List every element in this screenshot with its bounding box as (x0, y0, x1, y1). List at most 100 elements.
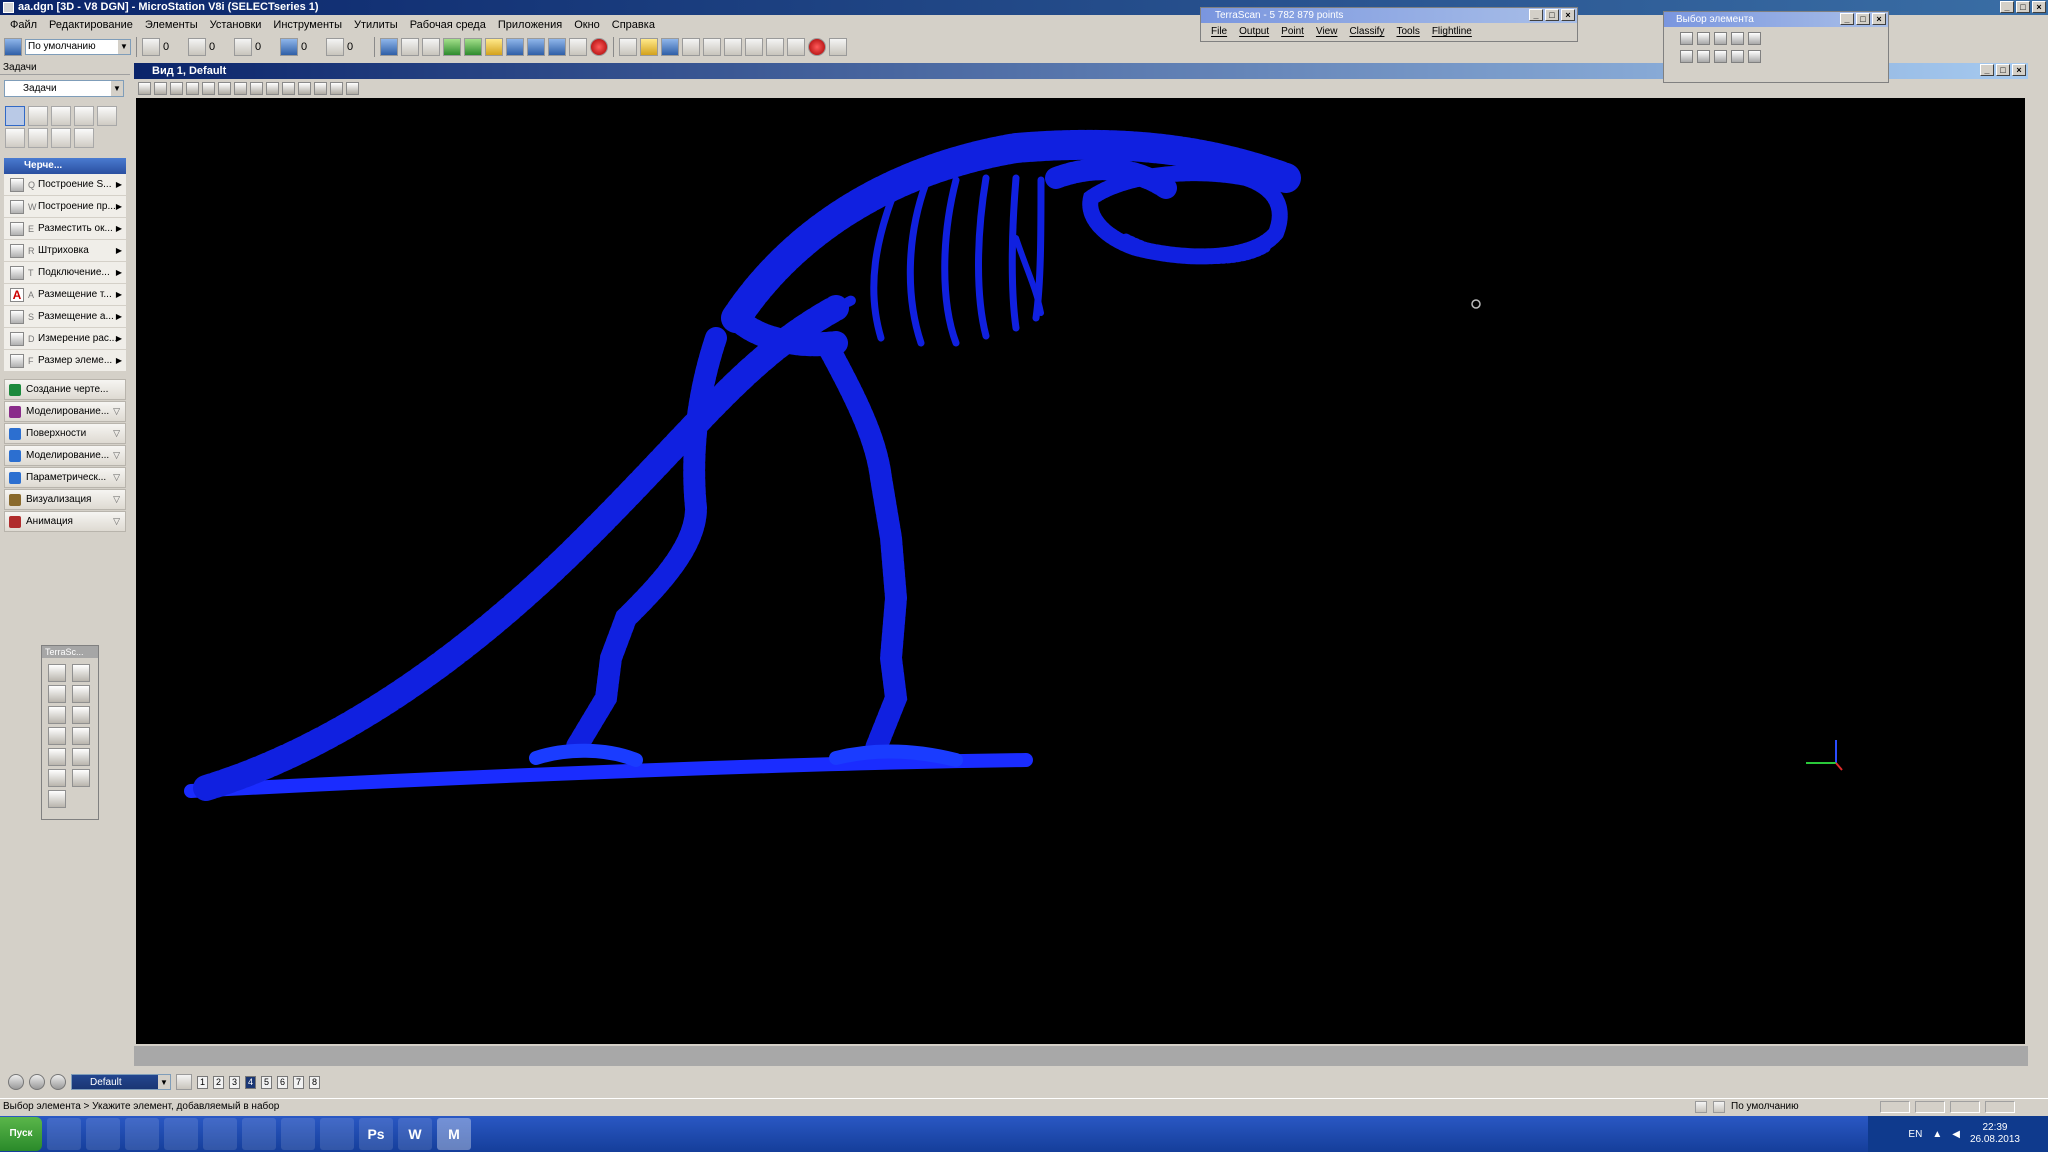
add-selection-icon[interactable] (1697, 50, 1710, 63)
accudraw-icon[interactable] (506, 38, 524, 56)
modify-tool-icon[interactable] (74, 106, 94, 126)
view-horizontal-scrollbar[interactable] (134, 1046, 2028, 1066)
task-item[interactable]: D Измерение рас... ▶ (4, 328, 126, 350)
thunderbird-icon[interactable] (242, 1118, 276, 1150)
task-section[interactable]: Поверхности ▽ (4, 423, 126, 444)
menu-file[interactable]: Файл (4, 19, 43, 31)
measure-tool-icon[interactable] (28, 128, 48, 148)
terrascan-window-title[interactable]: TerraScan - 5 782 879 points _ □ × (1201, 8, 1577, 23)
classify-icon[interactable] (72, 664, 90, 682)
globe-icon[interactable] (808, 38, 826, 56)
window-area-icon[interactable] (218, 81, 231, 95)
task-item[interactable]: S Размещение а... ▶ (4, 306, 126, 328)
lock-icon[interactable] (1695, 1101, 1707, 1113)
view-close-button[interactable]: × (2012, 64, 2026, 76)
view-maximize-button[interactable]: □ (1996, 64, 2010, 76)
view-groups-icon[interactable] (176, 1074, 192, 1090)
view-button-2[interactable]: 2 (213, 1075, 224, 1089)
task-item[interactable]: W Построение пр... ▶ (4, 196, 126, 218)
terrascan-menu-point[interactable]: Point (1281, 23, 1304, 41)
pan-view-icon[interactable] (266, 81, 279, 95)
view-minimize-button[interactable]: _ (1980, 64, 1994, 76)
references-icon[interactable] (401, 38, 419, 56)
task-item[interactable]: Q Построение S... ▶ (4, 174, 126, 196)
transparency-value[interactable]: 0 (301, 41, 323, 53)
level-icon[interactable] (1713, 1101, 1725, 1113)
task-section[interactable]: Параметрическ... ▽ (4, 467, 126, 488)
menu-element[interactable]: Элементы (139, 19, 204, 31)
terrascan-maximize-button[interactable]: □ (1545, 9, 1559, 21)
back-icon[interactable] (8, 1074, 24, 1090)
terrascan-toolbox-title[interactable]: TerraSc... (42, 646, 98, 658)
view-button-6[interactable]: 6 (277, 1075, 288, 1089)
weight-value[interactable]: 0 (255, 41, 277, 53)
element-selection-title[interactable]: Выбор элемента _ □ × (1664, 12, 1888, 27)
fence-tool-icon[interactable] (28, 106, 48, 126)
model-select[interactable]: Default ▼ (71, 1074, 171, 1090)
table-icon[interactable] (48, 790, 66, 808)
display-icon[interactable] (72, 727, 90, 745)
selection-maximize-button[interactable]: □ (1856, 13, 1870, 25)
task-section[interactable]: Визуализация ▽ (4, 489, 126, 510)
close-button[interactable]: × (2032, 1, 2046, 13)
cut-icon[interactable] (703, 38, 721, 56)
attributes-icon[interactable] (4, 38, 22, 56)
excel-icon[interactable] (281, 1118, 315, 1150)
dimension-tool-icon[interactable] (74, 128, 94, 148)
tasks-dropdown[interactable]: Задачи ▼ (4, 80, 124, 97)
save-app-icon[interactable] (203, 1118, 237, 1150)
selection-minimize-button[interactable]: _ (1840, 13, 1854, 25)
models-icon[interactable] (443, 38, 461, 56)
terrascan-menu-output[interactable]: Output (1239, 23, 1269, 41)
explorer-icon[interactable] (47, 1118, 81, 1150)
priority-icon[interactable] (326, 38, 344, 56)
task-item[interactable]: F Размер элеме... ▶ (4, 350, 126, 372)
raster-manager-icon[interactable] (422, 38, 440, 56)
view-viewport[interactable] (136, 98, 2025, 1044)
terrascan-close-button[interactable]: × (1561, 9, 1575, 21)
maximize-button[interactable]: □ (2016, 1, 2030, 13)
view-button-1[interactable]: 1 (197, 1075, 208, 1089)
undo-icon[interactable] (766, 38, 784, 56)
line-select-icon[interactable] (1748, 32, 1761, 45)
color-value[interactable]: 0 (163, 41, 185, 53)
walk-icon[interactable] (346, 81, 359, 95)
network-icon[interactable]: ▲ (1932, 1129, 1942, 1140)
view-button-8[interactable]: 8 (309, 1075, 320, 1089)
menu-workspace[interactable]: Рабочая среда (404, 19, 492, 31)
task-section[interactable]: Моделирование... ▽ (4, 401, 126, 422)
start-button[interactable]: Пуск (0, 1117, 42, 1151)
vectorize-icon[interactable] (72, 706, 90, 724)
minimize-button[interactable]: _ (2000, 1, 2014, 13)
menu-help[interactable]: Справка (606, 19, 661, 31)
view-attributes-icon[interactable] (138, 81, 151, 95)
style-value[interactable]: 0 (209, 41, 231, 53)
menu-tools[interactable]: Инструменты (267, 19, 348, 31)
view-next-icon[interactable] (298, 81, 311, 95)
camera-icon[interactable] (330, 81, 343, 95)
word-icon[interactable]: W (398, 1118, 432, 1150)
levels-icon[interactable] (485, 38, 503, 56)
task-section[interactable]: Создание черте... (4, 379, 126, 400)
menu-utilities[interactable]: Утилиты (348, 19, 404, 31)
redo-icon[interactable] (787, 38, 805, 56)
language-indicator[interactable]: EN (1908, 1129, 1922, 1140)
clock[interactable]: 22:39 26.08.2013 (1970, 1122, 2020, 1146)
open-folder-icon[interactable] (640, 38, 658, 56)
view-button-5[interactable]: 5 (261, 1075, 272, 1089)
media-player-icon[interactable] (125, 1118, 159, 1150)
copy-icon[interactable] (724, 38, 742, 56)
line-style-icon[interactable] (188, 38, 206, 56)
view-button-4[interactable]: 4 (245, 1075, 256, 1089)
change-attributes-tool-icon[interactable] (5, 128, 25, 148)
photoshop-icon[interactable]: Ps (359, 1118, 393, 1150)
print-icon[interactable] (682, 38, 700, 56)
snap-icon[interactable] (527, 38, 545, 56)
new-selection-icon[interactable] (1680, 50, 1693, 63)
task-item[interactable]: E Разместить ок... ▶ (4, 218, 126, 240)
terrascan-minimize-button[interactable]: _ (1529, 9, 1543, 21)
priority-value[interactable]: 0 (347, 41, 369, 53)
menu-window[interactable]: Окно (568, 19, 606, 31)
draw-icon[interactable] (48, 706, 66, 724)
building-icon[interactable] (48, 769, 66, 787)
